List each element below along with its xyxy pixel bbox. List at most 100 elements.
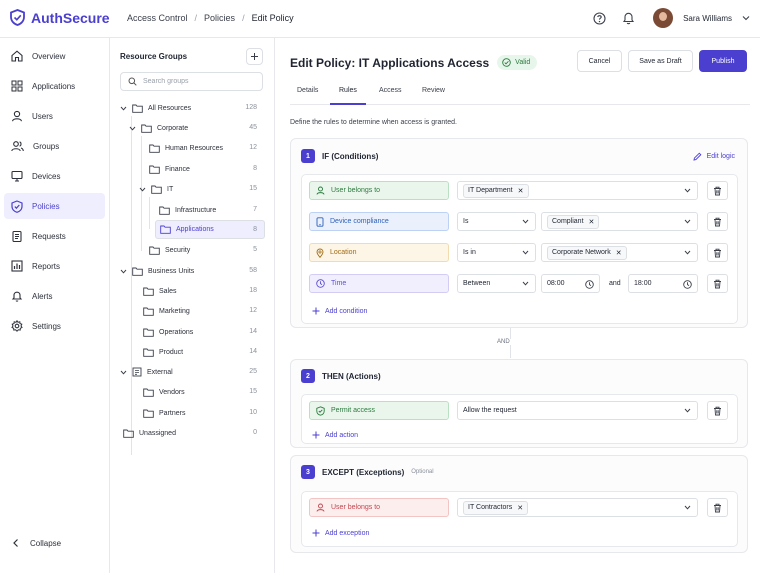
groups-title: Resource Groups: [120, 52, 188, 61]
tree-node[interactable]: Product: [143, 342, 183, 362]
tab-rules[interactable]: Rules: [330, 87, 366, 105]
remove-tag-icon[interactable]: ✕: [517, 504, 523, 512]
breadcrumb-access-control[interactable]: Access Control: [127, 13, 188, 23]
delete-condition-button[interactable]: [707, 181, 728, 200]
brand[interactable]: AuthSecure: [10, 9, 110, 26]
tab-review[interactable]: Review: [422, 87, 445, 105]
add-exception-button[interactable]: Add exception: [312, 529, 369, 537]
tab-details[interactable]: Details: [297, 87, 318, 105]
nav-label: Applications: [32, 81, 76, 91]
nav-item-groups[interactable]: Groups: [4, 133, 105, 159]
section-title: THEN (Actions): [322, 371, 381, 381]
groups-search[interactable]: [120, 72, 263, 91]
main-content: Edit Policy: IT Applications Access Vali…: [275, 38, 760, 573]
avatar[interactable]: [653, 8, 674, 28]
nav-item-requests[interactable]: Requests: [4, 223, 105, 249]
condition-value-select[interactable]: IT Department ✕: [457, 181, 698, 200]
condition-value-select[interactable]: Compliant ✕: [541, 212, 698, 231]
condition-operator-select[interactable]: Between: [457, 274, 536, 293]
delete-action-button[interactable]: [707, 401, 728, 420]
nav-item-alerts[interactable]: Alerts: [4, 283, 105, 309]
condition-field[interactable]: Time: [309, 274, 449, 293]
exception-field[interactable]: User belongs to: [309, 498, 449, 517]
page-title: Edit Policy: IT Applications Access: [290, 55, 490, 70]
folder-icon: [149, 165, 160, 174]
tree-node[interactable]: IT: [139, 179, 173, 199]
nav-item-devices[interactable]: Devices: [4, 163, 105, 189]
chevron-down-icon[interactable]: [120, 370, 127, 375]
add-condition-button[interactable]: Add condition: [312, 307, 367, 315]
operator-label: Between: [463, 280, 491, 287]
help-icon[interactable]: [593, 11, 606, 25]
tree-node[interactable]: All Resources: [120, 98, 191, 118]
remove-tag-icon[interactable]: ✕: [589, 218, 595, 226]
nav-item-overview[interactable]: Overview: [4, 43, 105, 69]
nav-item-applications[interactable]: Applications: [4, 73, 105, 99]
condition-value-select[interactable]: Corporate Network ✕: [541, 243, 698, 262]
tree-node[interactable]: External: [120, 362, 173, 382]
tree-node[interactable]: Marketing: [143, 301, 190, 321]
user-icon: [11, 110, 23, 122]
clipboard-icon: [12, 230, 22, 242]
bell-icon[interactable]: [622, 11, 635, 25]
tree-node[interactable]: Unassigned: [123, 423, 176, 443]
search-input[interactable]: [143, 78, 253, 85]
action-field[interactable]: Permit access: [309, 401, 449, 420]
start-time-input[interactable]: 08:00: [541, 274, 600, 293]
cancel-button[interactable]: Cancel: [577, 50, 622, 72]
grid-icon: [11, 80, 23, 92]
remove-tag-icon[interactable]: ✕: [616, 249, 622, 257]
condition-field[interactable]: Location: [309, 243, 449, 262]
plus-icon: [312, 529, 320, 537]
user-name[interactable]: Sara Williams: [683, 14, 732, 23]
tree-node[interactable]: Infrastructure: [159, 200, 216, 220]
tree-node[interactable]: Security: [149, 240, 190, 260]
chevron-down-icon[interactable]: [742, 15, 750, 21]
tree-node[interactable]: Human Resources: [149, 138, 223, 158]
condition-field[interactable]: Device compliance: [309, 212, 449, 231]
add-group-button[interactable]: [246, 48, 263, 65]
tree-node[interactable]: Vendors: [143, 382, 185, 402]
top-actions: Sara Williams: [593, 8, 750, 28]
folder-icon: [159, 206, 170, 215]
condition-operator-select[interactable]: Is in: [457, 243, 536, 262]
tree-node[interactable]: Corporate: [129, 118, 188, 138]
operator-label: Is: [463, 218, 469, 225]
chevron-down-icon[interactable]: [120, 106, 127, 111]
chevron-down-icon[interactable]: [120, 269, 127, 274]
chevron-down-icon[interactable]: [129, 126, 136, 131]
tree-node[interactable]: Finance: [149, 159, 190, 179]
nav-item-users[interactable]: Users: [4, 103, 105, 129]
section-number: 3: [301, 465, 315, 479]
save-draft-button[interactable]: Save as Draft: [628, 50, 693, 72]
action-value-select[interactable]: Allow the request: [457, 401, 698, 420]
publish-button[interactable]: Publish: [699, 50, 747, 72]
delete-condition-button[interactable]: [707, 212, 728, 231]
nav-item-reports[interactable]: Reports: [4, 253, 105, 279]
remove-tag-icon[interactable]: ✕: [518, 187, 524, 195]
breadcrumb-policies[interactable]: Policies: [204, 13, 235, 23]
tab-access[interactable]: Access: [379, 87, 402, 105]
plus-icon: [312, 431, 320, 439]
add-action-button[interactable]: Add action: [312, 431, 358, 439]
clock-icon: [585, 280, 594, 289]
condition-operator-select[interactable]: Is: [457, 212, 536, 231]
nav-item-settings[interactable]: Settings: [4, 313, 105, 339]
section-number: 1: [301, 149, 315, 163]
condition-field[interactable]: User belongs to: [309, 181, 449, 200]
exception-value-select[interactable]: IT Contractors ✕: [457, 498, 698, 517]
end-time-input[interactable]: 18:00: [628, 274, 698, 293]
tree-node[interactable]: Operations: [143, 322, 193, 342]
delete-exception-button[interactable]: [707, 498, 728, 517]
chevron-down-icon[interactable]: [139, 187, 146, 192]
tree-node[interactable]: Sales: [143, 281, 177, 301]
edit-logic-link[interactable]: Edit logic: [693, 152, 735, 161]
delete-condition-button[interactable]: [707, 243, 728, 262]
tree-node-label: Finance: [165, 165, 190, 173]
tree-node[interactable]: Business Units: [120, 261, 194, 281]
collapse-button[interactable]: Collapse: [4, 530, 105, 556]
delete-condition-button[interactable]: [707, 274, 728, 293]
tree-node[interactable]: Partners: [143, 403, 185, 423]
nav-item-policies[interactable]: Policies: [4, 193, 105, 219]
folder-icon: [151, 185, 162, 194]
